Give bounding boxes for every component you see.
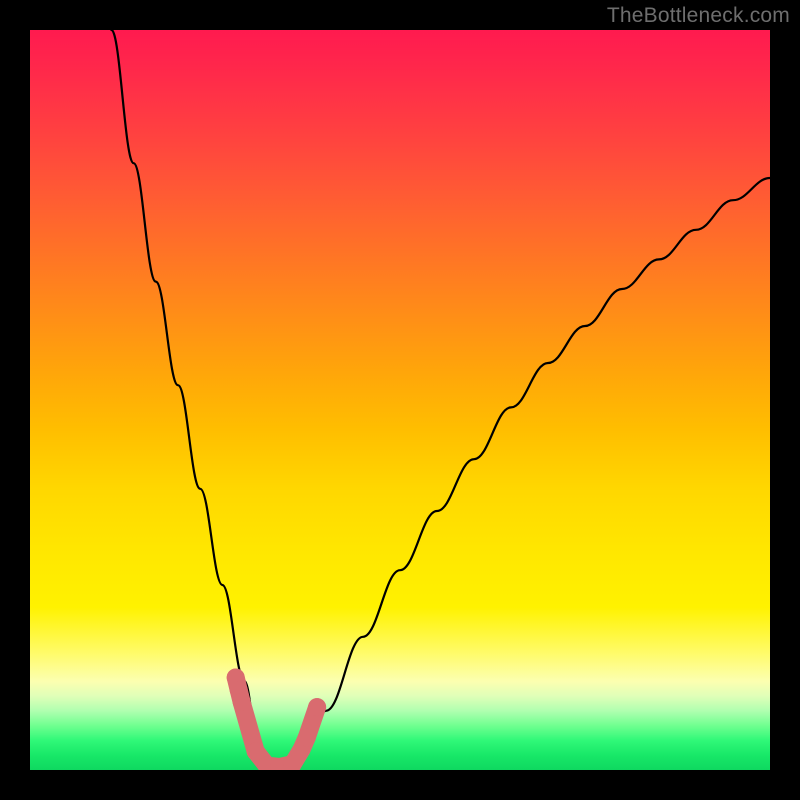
outer-frame: TheBottleneck.com xyxy=(0,0,800,800)
marker-dot xyxy=(247,743,265,761)
marker-dot xyxy=(308,698,326,716)
chart-svg xyxy=(30,30,770,770)
plot-area xyxy=(30,30,770,770)
marker-dot xyxy=(298,728,316,746)
bottleneck-curve xyxy=(111,30,770,770)
marker-dot xyxy=(233,693,251,711)
watermark-text: TheBottleneck.com xyxy=(607,4,790,28)
